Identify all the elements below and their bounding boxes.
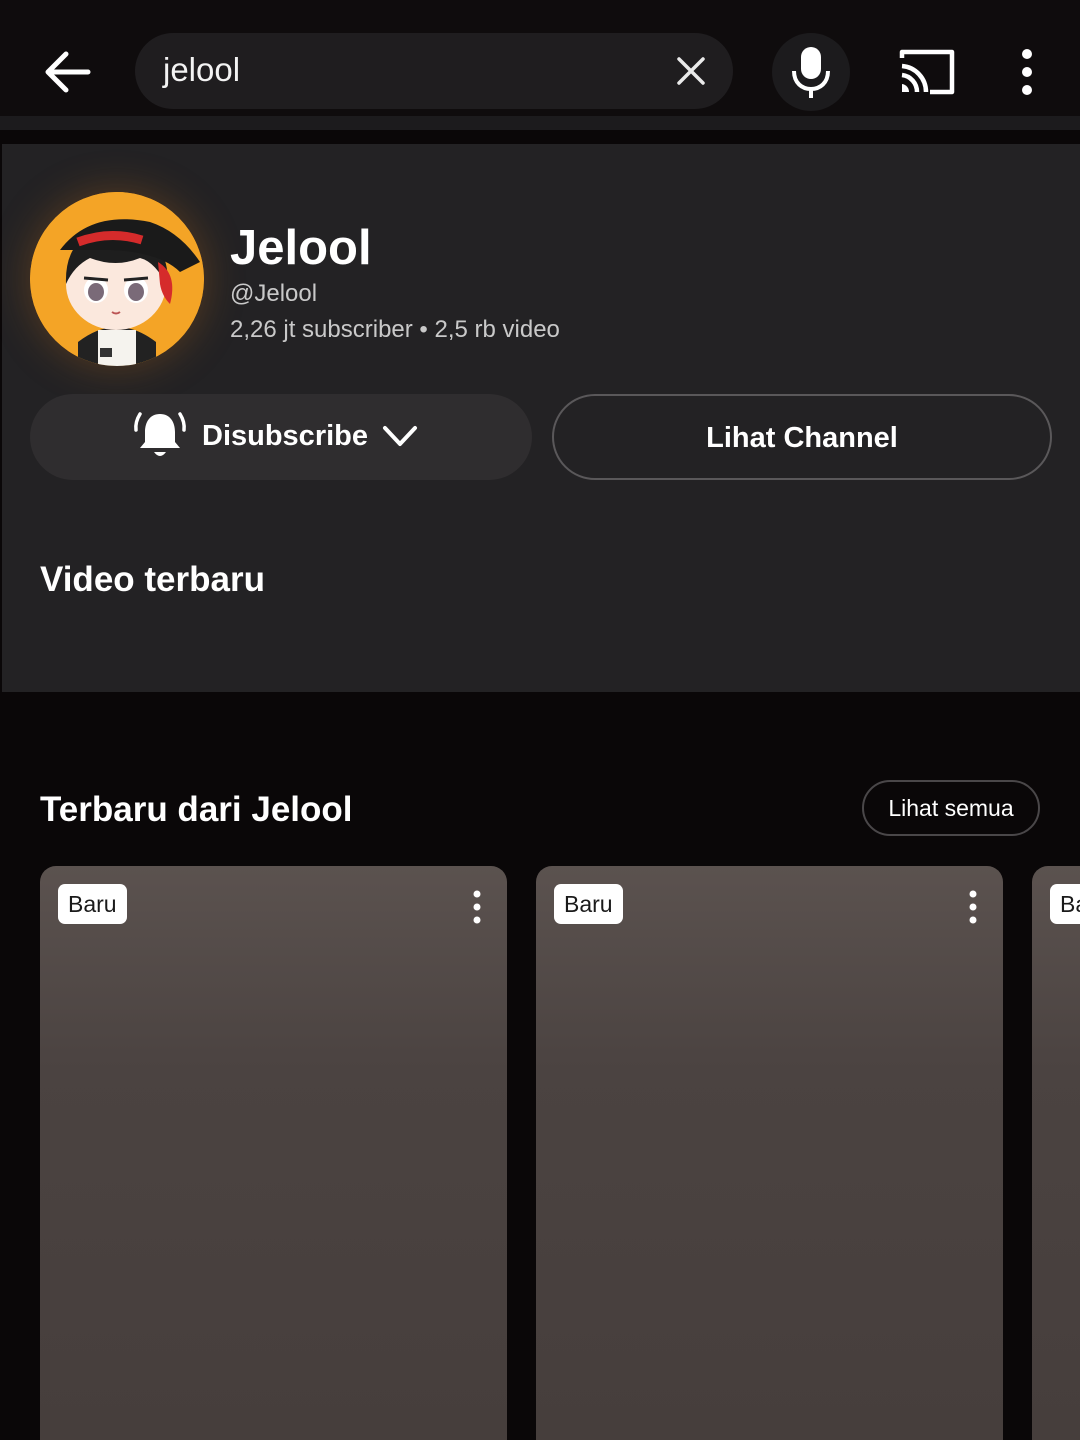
channel-avatar[interactable]	[30, 192, 204, 366]
microphone-icon	[792, 47, 830, 98]
channel-name[interactable]: Jelool	[230, 220, 372, 276]
clear-search-button[interactable]	[671, 51, 711, 91]
channel-stats: 2,26 jt subscriber • 2,5 rb video	[230, 316, 560, 343]
top-app-bar: jelool	[0, 0, 1080, 130]
video-card[interactable]: Baru	[536, 866, 1003, 1440]
new-badge: Baru	[58, 884, 127, 924]
latest-videos-heading: Video terbaru	[40, 560, 265, 599]
avatar-illustration	[30, 192, 204, 366]
channel-result-card[interactable]: Jelool @Jelool 2,26 jt subscriber • 2,5 …	[2, 144, 1080, 692]
search-field[interactable]: jelool	[135, 33, 733, 109]
arrow-back-icon	[45, 51, 91, 93]
close-icon	[677, 57, 705, 85]
video-card[interactable]: Baru	[40, 866, 507, 1440]
more-vert-icon[interactable]	[965, 890, 981, 924]
more-options-button[interactable]	[1010, 48, 1044, 98]
new-badge: Baru	[554, 884, 623, 924]
shelf-title: Terbaru dari Jelool	[40, 790, 353, 829]
cast-icon	[899, 49, 955, 95]
video-card[interactable]: Baru	[1032, 866, 1080, 1440]
bell-ringing-icon	[134, 412, 186, 456]
search-query[interactable]: jelool	[163, 51, 240, 89]
back-button[interactable]	[36, 44, 96, 100]
subscribed-label: Disubscribe	[202, 420, 368, 452]
view-channel-label: Lihat Channel	[706, 422, 898, 454]
chevron-down-icon	[383, 426, 417, 446]
more-vert-icon[interactable]	[469, 890, 485, 924]
channel-handle: @Jelool	[230, 280, 318, 307]
view-channel-button[interactable]: Lihat Channel	[552, 394, 1052, 480]
see-all-button[interactable]: Lihat semua	[862, 780, 1040, 836]
more-vert-icon	[1022, 49, 1032, 95]
voice-search-button[interactable]	[772, 33, 850, 111]
subscribed-button[interactable]: Disubscribe	[30, 394, 532, 480]
new-badge: Baru	[1050, 884, 1080, 924]
cast-button[interactable]	[896, 44, 958, 100]
